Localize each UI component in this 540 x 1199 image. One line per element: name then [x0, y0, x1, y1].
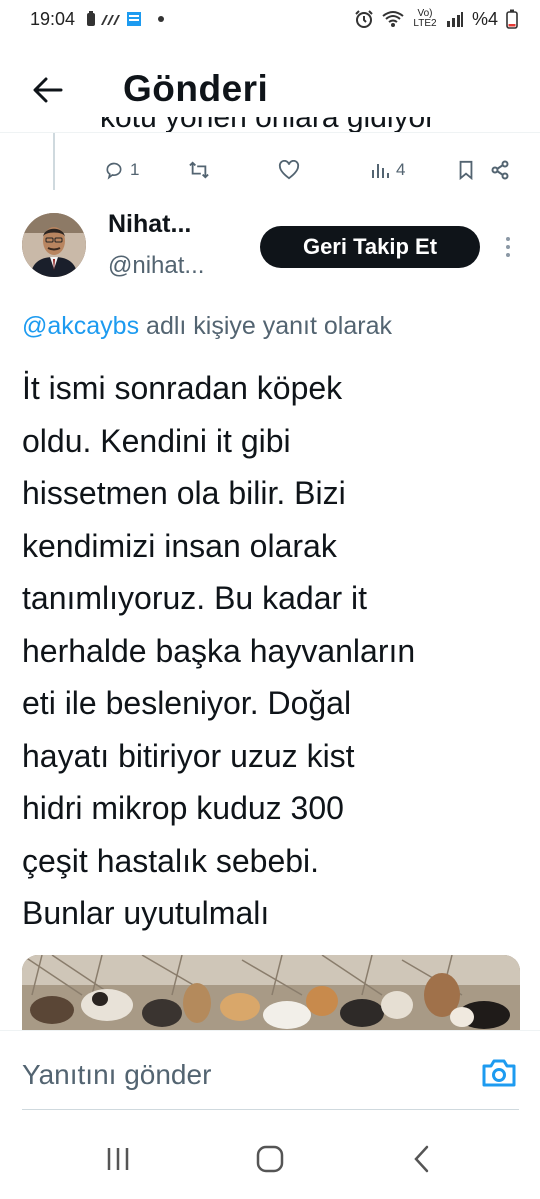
- tweet-line: tanımlıyoruz. Bu kadar it: [22, 580, 368, 616]
- recents-button[interactable]: [100, 1142, 136, 1176]
- tweet-line: Bunlar uyutulmalı: [22, 895, 270, 931]
- reply-input[interactable]: Yanıtını gönder: [22, 1059, 211, 1091]
- reply-suffix: adlı kişiye yanıt olarak: [139, 312, 392, 340]
- reply-count: 1: [130, 160, 140, 179]
- retweet-icon: [189, 161, 209, 179]
- views-action[interactable]: 4: [370, 160, 405, 180]
- battery-percent: %4: [471, 8, 498, 29]
- tweet-line: eti ile besleniyor. Doğal: [22, 685, 352, 721]
- nav-back-button[interactable]: [406, 1142, 436, 1176]
- like-action[interactable]: [278, 160, 300, 180]
- status-bar: 19:04 Vo) LTE2 %4: [0, 0, 540, 38]
- avatar-image: [22, 213, 86, 277]
- retweet-action[interactable]: [188, 160, 210, 180]
- back-arrow-icon: [33, 77, 63, 103]
- more-icon: [506, 237, 510, 241]
- reply-mention-link[interactable]: @akcaybs: [22, 312, 139, 340]
- signal-icon: [446, 11, 464, 27]
- views-icon: [372, 164, 389, 178]
- tweet-line: oldu. Kendini it gibi: [22, 422, 291, 459]
- follow-back-button[interactable]: Geri Takip Et: [260, 226, 480, 268]
- bookmark-icon: [459, 160, 473, 180]
- camera-icon: [482, 1059, 516, 1087]
- tweet-line: herhalde başka hayvanların: [22, 632, 416, 669]
- tweet-line: çeşit hastalık sebebi.: [22, 842, 320, 879]
- tweet-line: hissetmen ola bilir. Bizi: [22, 475, 346, 511]
- replying-to: @akcaybs adlı kişiye yanıt olarak: [22, 312, 392, 341]
- network-label: Vo) LTE2: [413, 8, 437, 29]
- tweet-media-image[interactable]: [22, 955, 520, 1033]
- author-name[interactable]: Nihat...: [108, 210, 191, 239]
- previous-tweet-actions: 1 4: [100, 155, 520, 189]
- back-button[interactable]: [28, 70, 68, 110]
- author-handle[interactable]: @nihat...: [108, 252, 204, 280]
- dogs-photo: [22, 955, 520, 1033]
- more-icon-dot: [506, 245, 510, 249]
- reply-action[interactable]: 1: [104, 160, 139, 180]
- tweet-line: hayatı bitiriyor uzuz kist: [22, 737, 355, 774]
- reply-icon: [106, 162, 122, 180]
- view-count: 4: [396, 160, 406, 179]
- more-icon-dot: [506, 253, 510, 257]
- more-options-button[interactable]: [498, 230, 518, 264]
- tweet-line: hidri mikrop kuduz 300: [22, 790, 344, 826]
- nav-back-icon: [414, 1145, 429, 1173]
- wifi-icon: [382, 10, 404, 28]
- like-icon: [278, 160, 300, 180]
- status-time: 19:04: [30, 8, 76, 29]
- share-action[interactable]: [490, 160, 510, 180]
- notification-icons: [85, 10, 171, 28]
- tweet-line: İt ismi sonradan köpek: [22, 370, 343, 406]
- system-nav-bar: [0, 1120, 540, 1199]
- reply-underline: [22, 1109, 519, 1110]
- camera-button[interactable]: [480, 1057, 518, 1091]
- page-title: Gönderi: [123, 68, 269, 109]
- recents-icon: [107, 1148, 129, 1170]
- tweet-text: İt ismi sonradan köpek oldu. Kendini it …: [22, 362, 527, 940]
- bookmark-action[interactable]: [457, 160, 475, 180]
- previous-tweet-text: kötü yönen onlara gidiyor: [100, 117, 436, 134]
- author-avatar[interactable]: [22, 213, 86, 277]
- thread-line: [53, 133, 55, 190]
- home-icon: [256, 1145, 284, 1173]
- battery-icon: [506, 9, 518, 29]
- home-button[interactable]: [252, 1142, 288, 1176]
- reply-composer: Yanıtını gönder: [0, 1030, 540, 1110]
- alarm-icon: [354, 9, 374, 29]
- tweet-line: kendimizi insan olarak: [22, 527, 337, 564]
- share-icon: [491, 160, 509, 180]
- header-divider: [0, 132, 540, 133]
